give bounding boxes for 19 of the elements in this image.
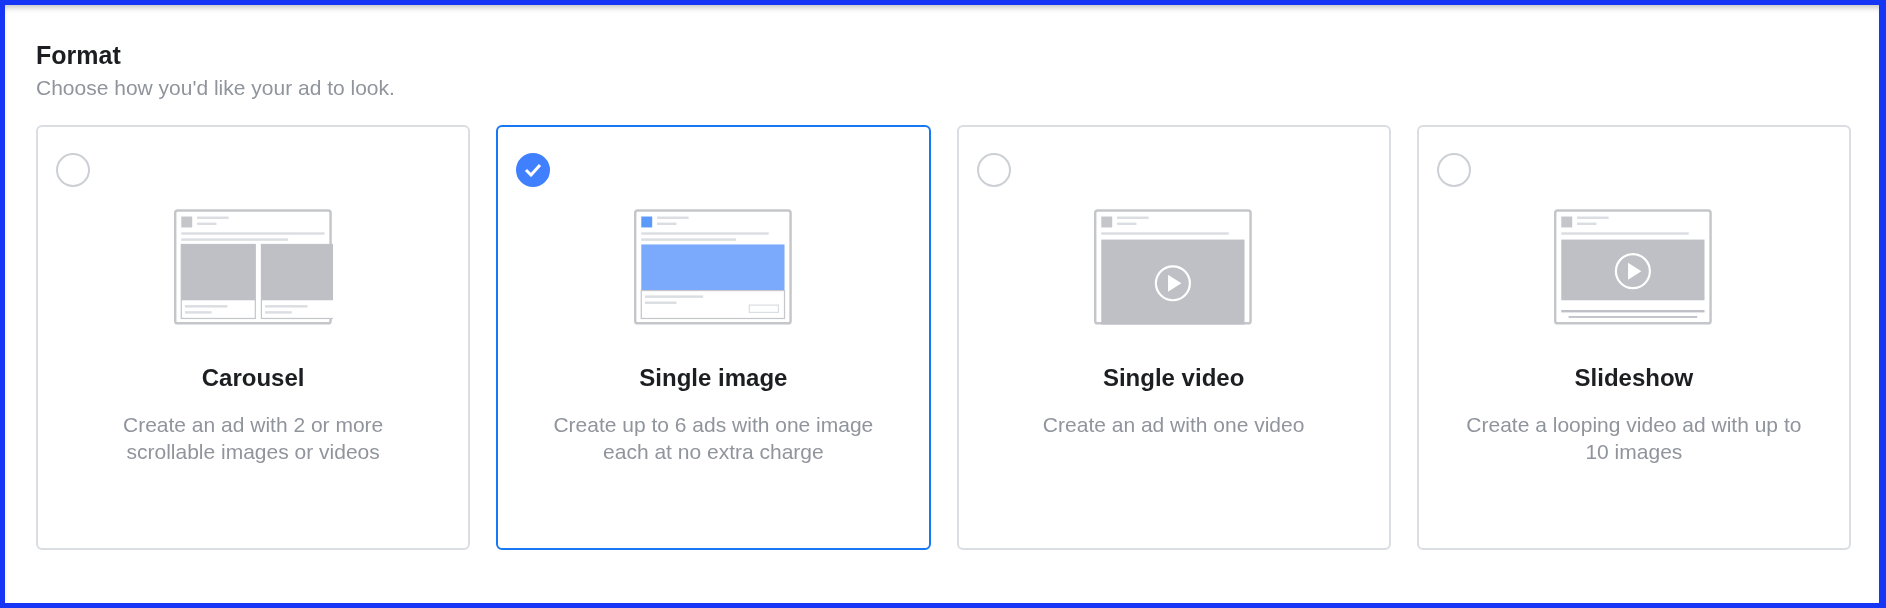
format-option-card[interactable]: Single video Create an ad with one video [956, 125, 1391, 550]
section-title: Format [36, 40, 122, 71]
radio-button[interactable] [976, 153, 1011, 187]
option-description: Create an ad with 2 or more scrollable images or videos [121, 412, 385, 465]
radio-button[interactable] [1436, 153, 1471, 187]
format-option-card[interactable]: Slideshow Create a looping video ad with up to 10 images [1416, 125, 1851, 550]
radio-button[interactable] [56, 153, 90, 187]
option-title: Carousel [201, 363, 305, 393]
section-subtitle: Choose how you'd like your ad to look. [36, 75, 396, 101]
format-option-card[interactable]: Single image Create up to 6 ads with one image each at no extra charge [496, 125, 931, 550]
option-description: Create up to 6 ads with one image each at no extra charge [552, 412, 875, 465]
option-title: Single video [1102, 363, 1245, 393]
option-description: Create an ad with one video [1042, 412, 1305, 438]
radio-button[interactable] [516, 153, 551, 187]
format-option-card[interactable]: Carousel Create an ad with 2 or more scrollable images or videos [36, 125, 471, 550]
option-title: Single image [639, 363, 788, 393]
checkmark-icon [524, 163, 543, 177]
option-description: Create a looping video ad with up to 10 images [1465, 412, 1803, 465]
option-title: Slideshow [1574, 363, 1694, 393]
